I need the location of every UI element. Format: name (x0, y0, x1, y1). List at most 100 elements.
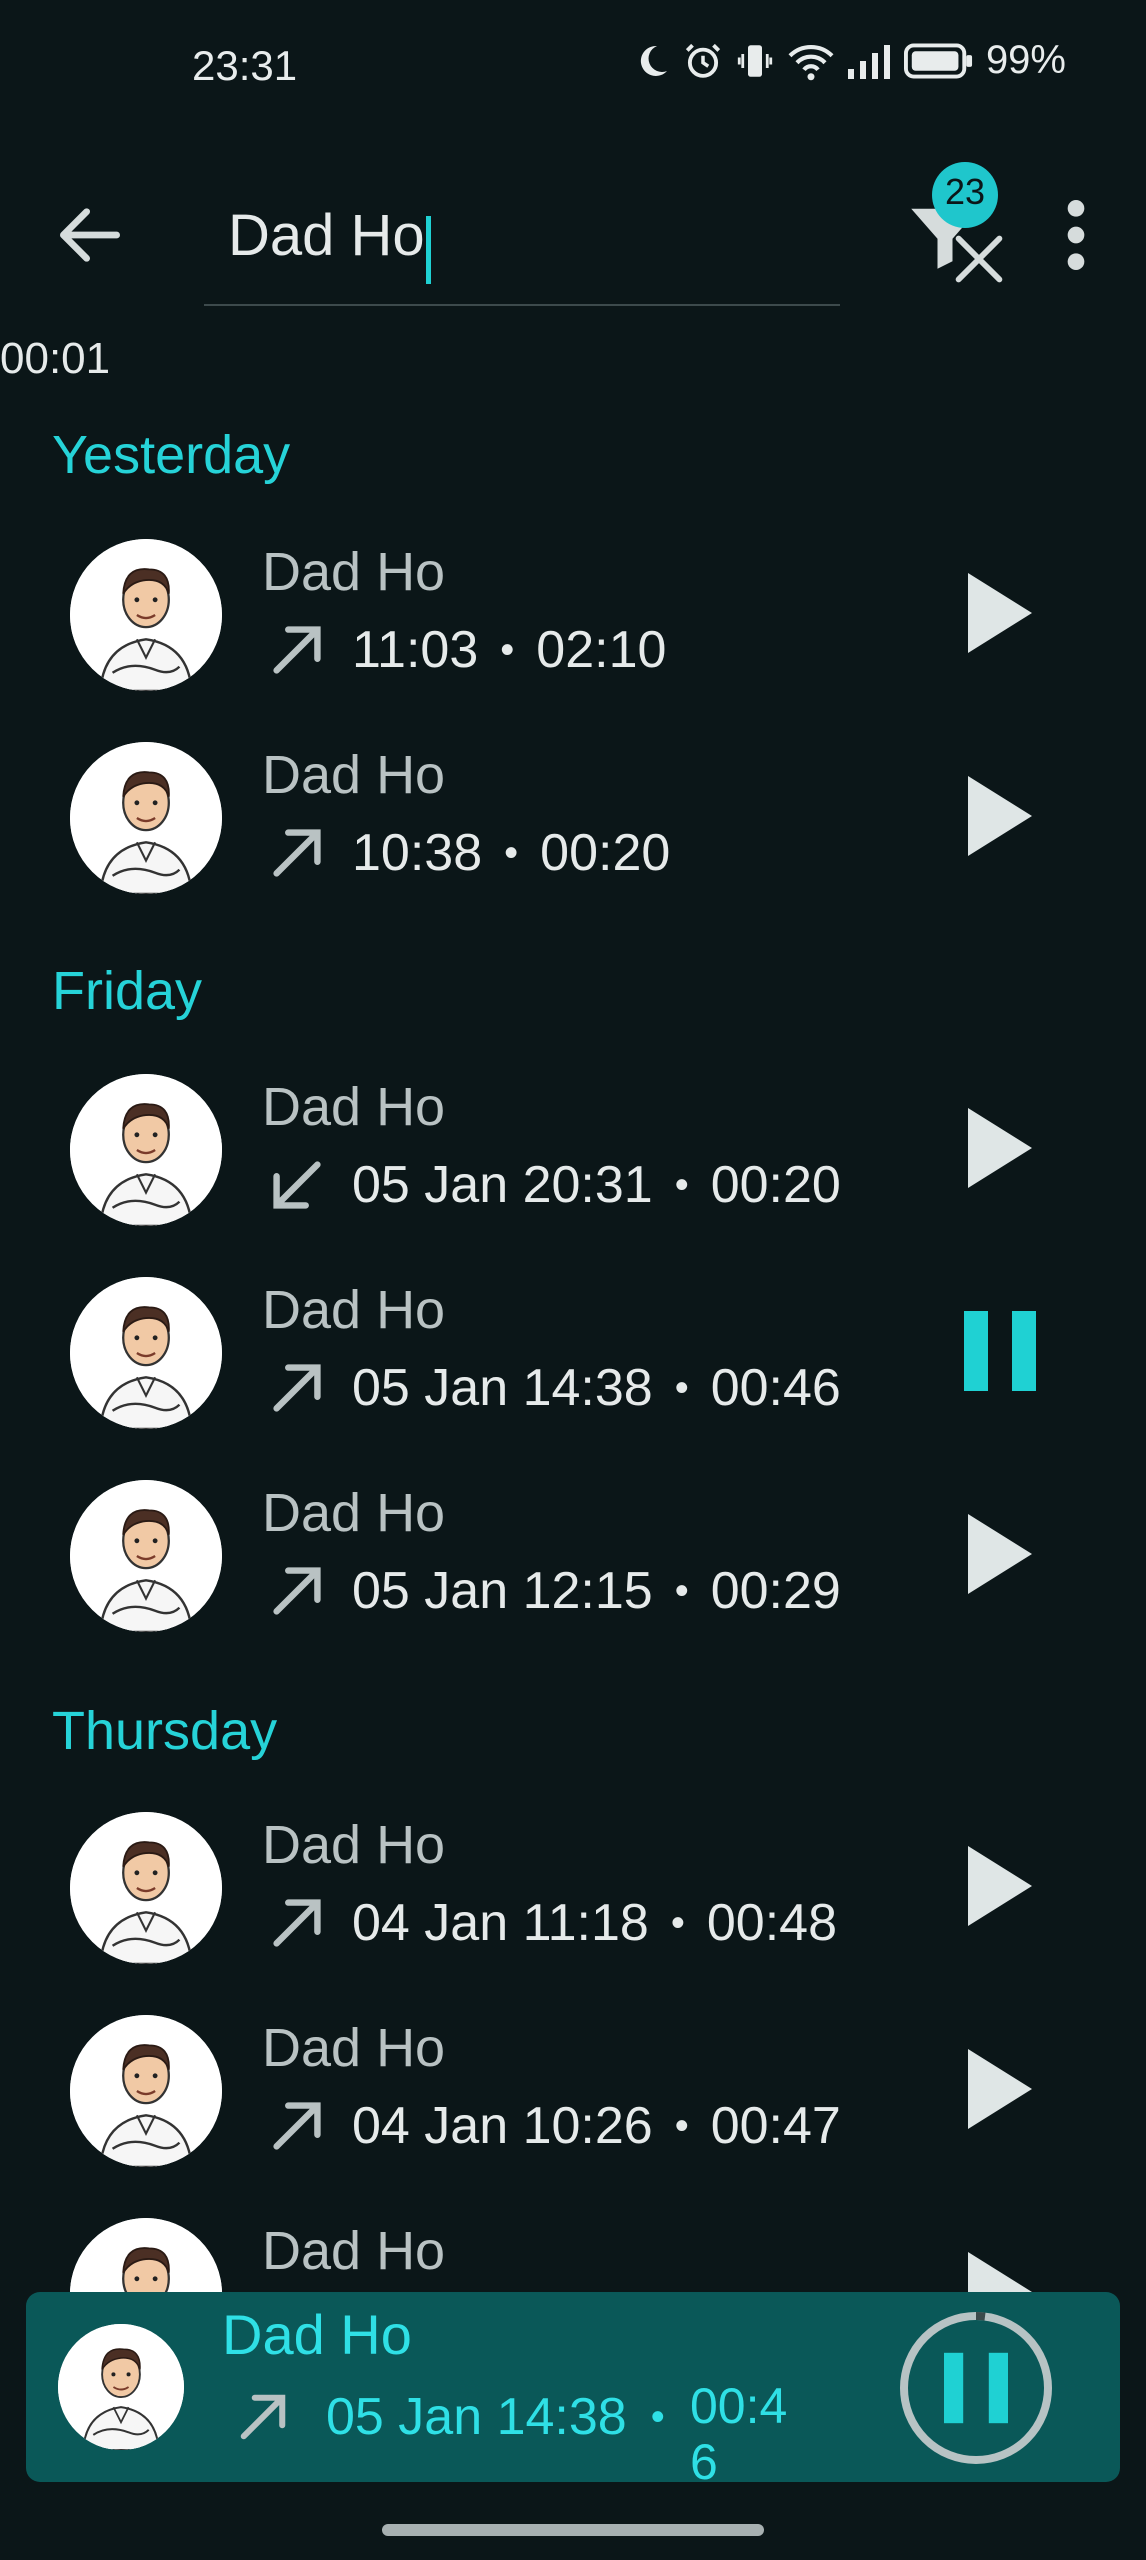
player-meta: 05 Jan 14:38 • (230, 2384, 689, 2450)
call-duration: 00:48 (706, 1894, 837, 1952)
back-arrow-icon (60, 208, 120, 262)
play-icon[interactable] (960, 1098, 1040, 1198)
call-duration: 00:29 (710, 1562, 841, 1620)
more-vertical-icon (1067, 200, 1085, 270)
separator-dot: • (674, 1365, 689, 1410)
pause-bar-left (944, 2352, 964, 2424)
call-meta: 05 Jan 12:15 • 00:29 (262, 1556, 841, 1626)
avatar (58, 2324, 184, 2450)
outgoing-call-icon (273, 1364, 321, 1412)
signal-icon (847, 44, 890, 79)
avatar (70, 742, 222, 894)
status-time: 23:31 (192, 42, 298, 89)
call-row[interactable]: Dad Ho 11:03 • 02:10 (0, 515, 1146, 715)
status-bar: 23:31 99% (0, 0, 1146, 130)
avatar (70, 1480, 222, 1632)
separator-dot: • (674, 1162, 689, 1207)
outgoing-call-icon (240, 2394, 286, 2440)
call-duration: 00:46 (710, 1359, 841, 1417)
battery-icon (903, 43, 972, 78)
call-meta: 04 Jan 11:18 • 00:48 (262, 1888, 837, 1958)
call-time: 04 Jan 10:26 (352, 2097, 653, 2155)
call-duration: 00:20 (540, 824, 671, 882)
call-duration: 02:10 (536, 621, 667, 679)
contact-name: Dad Ho (262, 542, 446, 602)
contact-name: Dad Ho (262, 1815, 446, 1875)
mini-player[interactable]: Dad Ho 05 Jan 14:38 • 00:46 (26, 2292, 1120, 2490)
play-icon[interactable] (960, 1836, 1040, 1936)
separator-dot: • (674, 1568, 689, 1613)
incoming-call-icon (273, 1161, 321, 1209)
avatar-illustration (70, 1812, 222, 1964)
call-time: 05 Jan 14:38 (352, 1359, 653, 1417)
outgoing-call-icon (273, 829, 321, 877)
play-icon[interactable] (960, 766, 1040, 866)
separator-dot: • (650, 2394, 665, 2439)
avatar-illustration (70, 539, 222, 691)
status-icons: 99% (632, 38, 1066, 83)
search-input[interactable] (228, 200, 728, 270)
call-row[interactable]: Dad Ho 04 Jan 10:26 • 00:47 (0, 1991, 1146, 2191)
more-options-button[interactable] (1056, 195, 1096, 275)
call-duration: 00:47 (710, 2097, 841, 2155)
section-header-yesterday: Yesterday (52, 425, 291, 485)
section-header-thursday: Thursday (52, 1701, 278, 1761)
wifi-icon (788, 44, 834, 80)
outgoing-call-icon (273, 1567, 321, 1615)
avatar (70, 1277, 222, 1429)
separator-dot: • (500, 627, 515, 672)
pause-icon[interactable] (960, 1301, 1040, 1401)
avatar (70, 1074, 222, 1226)
contact-name: Dad Ho (262, 1077, 446, 1137)
separator-dot: • (674, 2103, 689, 2148)
call-row[interactable]: Dad Ho 05 Jan 20:31 • 00:20 (0, 1050, 1146, 1250)
player-contact-name: Dad Ho (222, 2303, 412, 2366)
avatar-illustration (70, 1480, 222, 1632)
search-field[interactable] (204, 180, 1003, 306)
call-time: 05 Jan 12:15 (352, 1562, 653, 1620)
call-meta: 05 Jan 20:31 • 00:20 (262, 1150, 841, 1220)
outgoing-call-icon (273, 2102, 321, 2150)
avatar (70, 1812, 222, 1964)
avatar-illustration (70, 1277, 222, 1429)
outgoing-call-icon (273, 1899, 321, 1947)
play-icon[interactable] (960, 1504, 1040, 1604)
call-recordings-screen: 23:31 99% 23 00:01 (0, 0, 1146, 2560)
call-row[interactable]: Dad Ho 04 Jan 11:18 • 00:48 (0, 1788, 1146, 1988)
separator-dot: • (504, 830, 519, 875)
call-row[interactable]: Dad Ho 05 Jan 12:15 • 00:29 (0, 1456, 1146, 1656)
avatar (70, 2015, 222, 2167)
avatar-illustration (70, 2015, 222, 2167)
filter-count-badge: 23 (932, 162, 998, 228)
contact-name: Dad Ho (262, 745, 446, 805)
home-indicator[interactable] (382, 2524, 764, 2536)
battery-percent: 99% (985, 38, 1066, 82)
call-duration: 00:20 (710, 1156, 841, 1214)
call-row[interactable]: Dad Ho 10:38 • 00:20 (0, 718, 1146, 918)
contact-name: Dad Ho (262, 1280, 446, 1340)
avatar-illustration (70, 742, 222, 894)
pause-bar-right (988, 2352, 1008, 2424)
separator-dot: • (670, 1900, 685, 1945)
call-time: 10:38 (352, 824, 483, 882)
contact-name: Dad Ho (262, 2018, 446, 2078)
contact-name: Dad Ho (262, 1483, 446, 1543)
back-button[interactable] (50, 195, 130, 275)
search-toolbar: 23 (0, 150, 1146, 310)
call-time: 04 Jan 11:18 (352, 1894, 649, 1952)
progress-ring (900, 2312, 1052, 2464)
call-time: 05 Jan 20:31 (352, 1156, 653, 1214)
call-meta: 05 Jan 14:38 • 00:46 (262, 1353, 841, 1423)
play-icon[interactable] (960, 563, 1040, 663)
player-duration: 00:46 (690, 2378, 788, 2490)
call-row-playing[interactable]: Dad Ho 05 Jan 14:38 • 00:46 (0, 1253, 1146, 1453)
text-cursor (426, 216, 431, 284)
elapsed-time: 00:01 (0, 334, 111, 383)
call-time: 11:03 (352, 621, 479, 679)
player-pause-button[interactable] (896, 2308, 1056, 2468)
play-icon[interactable] (960, 2039, 1040, 2139)
contact-name: Dad Ho (262, 2221, 446, 2281)
player-call-time: 05 Jan 14:38 (326, 2388, 627, 2446)
outgoing-call-icon (273, 626, 321, 674)
avatar (70, 539, 222, 691)
